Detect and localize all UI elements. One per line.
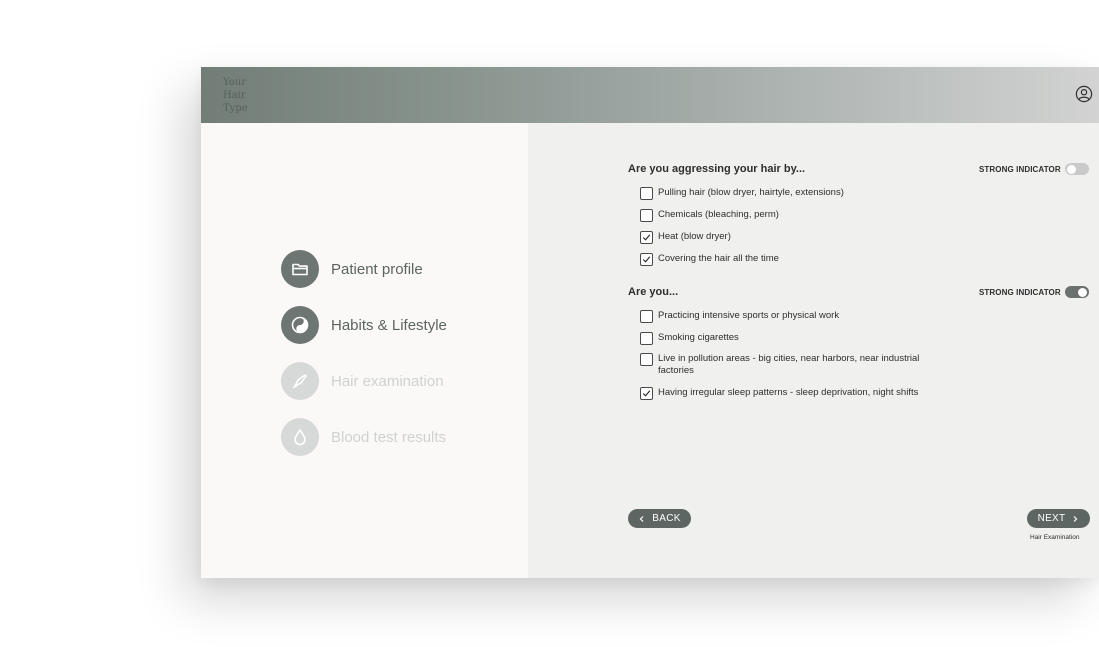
next-step-caption: Hair Examination [1030, 534, 1080, 541]
app-window: Your Hair Type Patient profile Habits & … [201, 67, 1099, 578]
yin-yang-icon [291, 316, 309, 334]
chevron-left-icon [639, 515, 644, 522]
checkbox-label: Practicing intensive sports or physical … [658, 310, 840, 321]
back-button[interactable]: BACK [628, 509, 691, 528]
checkbox[interactable] [640, 310, 653, 323]
logo-line: Your [223, 77, 246, 88]
checkbox[interactable] [640, 253, 653, 266]
step-icon-circle [281, 306, 319, 344]
checkbox[interactable] [640, 353, 653, 366]
checkbox[interactable] [640, 231, 653, 244]
step-label: Patient profile [331, 260, 423, 278]
step-navigation: Patient profile Habits & Lifestyle Hair … [201, 123, 528, 578]
next-button-label: NEXT [1037, 513, 1066, 524]
checkbox-option[interactable]: Live in pollution areas - big cities, ne… [640, 353, 940, 377]
step-icon-circle [281, 362, 319, 400]
checkmark-icon [642, 390, 651, 397]
checkbox-option[interactable]: Heat (blow dryer) [640, 231, 940, 244]
question-title: Are you aggressing your hair by... [628, 163, 806, 175]
checkbox[interactable] [640, 332, 653, 345]
step-hair-examination[interactable]: Hair examination [281, 362, 444, 400]
checkbox-option[interactable]: Having irregular sleep patterns - sleep … [640, 387, 940, 400]
folder-icon [292, 263, 308, 276]
strong-indicator-label: STRONG INDICATOR [979, 165, 1061, 174]
back-button-label: BACK [652, 513, 681, 524]
toggle-knob [1067, 164, 1076, 174]
checkbox-label: Having irregular sleep patterns - sleep … [658, 387, 919, 398]
checkbox-label: Chemicals (bleaching, perm) [658, 209, 779, 220]
header-bar: Your Hair Type [201, 67, 1099, 123]
toggle-knob [1078, 287, 1087, 297]
checkbox-label: Heat (blow dryer) [658, 231, 731, 242]
strong-indicator-label: STRONG INDICATOR [979, 288, 1061, 297]
checkbox-option[interactable]: Pulling hair (blow dryer, hairtyle, exte… [640, 187, 940, 200]
drop-icon [294, 429, 306, 446]
step-label: Blood test results [331, 428, 447, 446]
checkbox-label: Covering the hair all the time [658, 253, 779, 264]
checkmark-icon [642, 256, 651, 263]
checkbox[interactable] [640, 187, 653, 200]
checkbox-option[interactable]: Chemicals (bleaching, perm) [640, 209, 940, 222]
step-patient-profile[interactable]: Patient profile [281, 250, 423, 288]
checkbox-label: Live in pollution areas - big cities, ne… [658, 353, 920, 376]
questionnaire-panel: Are you aggressing your hair by... STRON… [528, 123, 1099, 578]
step-label: Habits & Lifestyle [331, 316, 447, 334]
logo-line: Hair [223, 90, 246, 101]
app-logo[interactable]: Your Hair Type [223, 76, 283, 115]
step-label: Hair examination [331, 372, 444, 390]
checkbox-option[interactable]: Covering the hair all the time [640, 253, 940, 266]
user-profile-button[interactable] [1075, 85, 1093, 103]
step-icon-circle [281, 418, 319, 456]
step-habits-lifestyle[interactable]: Habits & Lifestyle [281, 306, 447, 344]
checkmark-icon [642, 234, 651, 241]
strong-indicator-toggle[interactable] [1065, 286, 1089, 298]
chevron-right-icon [1074, 515, 1078, 522]
next-button[interactable]: NEXT [1027, 509, 1090, 528]
checkbox-label: Pulling hair (blow dryer, hairtyle, exte… [658, 187, 844, 198]
checkbox-option[interactable]: Smoking cigarettes [640, 332, 940, 345]
logo-line: Type [223, 103, 248, 114]
checkbox[interactable] [640, 387, 653, 400]
question-title: Are you... [628, 286, 679, 298]
user-circle-icon [1075, 85, 1093, 103]
checkbox-label: Smoking cigarettes [658, 332, 739, 343]
strong-indicator-toggle[interactable] [1065, 163, 1089, 175]
step-icon-circle [281, 250, 319, 288]
checkbox-option[interactable]: Practicing intensive sports or physical … [640, 310, 940, 323]
strong-indicator: STRONG INDICATOR [979, 163, 1061, 176]
strong-indicator: STRONG INDICATOR [979, 286, 1061, 299]
brush-icon [292, 374, 307, 389]
step-blood-test-results[interactable]: Blood test results [281, 418, 446, 456]
checkbox[interactable] [640, 209, 653, 222]
